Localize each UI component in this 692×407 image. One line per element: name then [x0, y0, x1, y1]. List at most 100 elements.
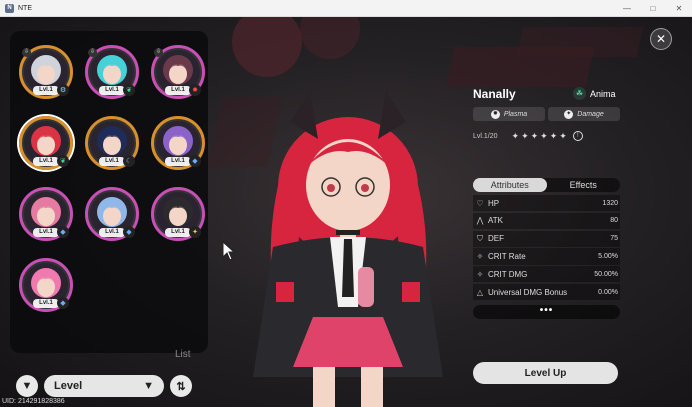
close-icon: ✕ — [655, 32, 667, 46]
stat-label: CRIT Rate — [488, 252, 526, 262]
info-tabs: Attributes Effects — [473, 178, 620, 192]
sort-order-icon: ⇅ — [176, 380, 186, 393]
app-icon: N — [5, 3, 14, 13]
stats-list: ♡ HP 1320 ⋀ ATK 80 ⛉ DEF 75 ✧ CRIT Rate 5.00% ✧ CRIT … — [473, 195, 620, 302]
droplet-icon: ◆ — [189, 155, 201, 167]
info-icon[interactable]: ! — [572, 131, 583, 141]
flame-icon: ✹ — [189, 84, 201, 96]
atk-icon: ⋀ — [476, 216, 484, 226]
character-slot[interactable]: Lvl.1 ⚙ ⇩ — [19, 45, 73, 99]
tab-effects[interactable]: Effects — [547, 178, 621, 192]
chevron-down-icon: ▼ — [143, 380, 154, 392]
stat-label: ATK — [488, 216, 503, 226]
lock-icon: ⇩ — [22, 48, 31, 57]
shield-icon: ⛉ — [477, 233, 483, 243]
stat-value: 1320 — [602, 199, 618, 207]
stat-value: 50.00% — [594, 270, 618, 278]
droplet-icon: ◆ — [57, 297, 69, 309]
mouse-cursor-icon — [222, 241, 236, 261]
character-roster: Lvl.1 ⚙ ⇩ Lvl.1 ❦ ⇩ Lvl.1 ✹ ⇩ Lvl.1 ❦ Lvl.1 ☾ Lvl.1 ◆ L… — [10, 31, 208, 360]
level-badge: Lvl.1 — [165, 86, 191, 95]
crit-dmg-icon: ✧ — [476, 269, 484, 279]
level-text: Lvl.1/20 — [473, 132, 498, 140]
heart-icon: ♡ — [476, 198, 484, 208]
stat-row: ⛉ DEF 75 — [473, 230, 620, 248]
droplet-icon: ◆ — [123, 226, 135, 238]
level-row: Lvl.1/20 ✦✦✦✦✦✦ ! — [473, 129, 620, 143]
stat-row: ♡ HP 1320 — [473, 195, 620, 213]
stat-value: 75 — [610, 235, 618, 243]
stat-label: CRIT DMG — [488, 269, 528, 279]
ascension-stars: ✦✦✦✦✦✦ — [511, 130, 569, 141]
level-badge: Lvl.1 — [99, 86, 125, 95]
crit-rate-icon: ✧ — [476, 252, 484, 262]
game-window: N NTE — □ ✕ Lvl.1 ⚙ ⇩ Lvl.1 ❦ ⇩ Lvl.1 ✹ ⇩ Lvl.1 ❦ L… — [0, 0, 692, 407]
sort-label: Level — [54, 380, 83, 392]
tag-label: Damage — [577, 110, 604, 118]
more-button[interactable]: ••• — [473, 305, 620, 319]
sort-order-button[interactable]: ⇅ — [170, 375, 192, 397]
level-badge: Lvl.1 — [33, 157, 59, 166]
character-name: Nanally — [473, 87, 516, 101]
character-slot[interactable]: Lvl.1 ☾ — [85, 116, 139, 170]
stat-value: 5.00% — [598, 253, 618, 261]
stat-label: HP — [488, 198, 500, 208]
character-model — [253, 92, 443, 407]
moon-icon: ☾ — [123, 155, 135, 167]
plasma-icon: ✹ — [490, 109, 500, 119]
character-slot[interactable]: Lvl.1 ✦ — [151, 187, 205, 241]
lock-icon: ⇩ — [154, 48, 163, 57]
gear-icon: ⚙ — [57, 84, 69, 96]
level-badge: Lvl.1 — [165, 157, 191, 166]
stat-value: 0.00% — [598, 288, 618, 296]
damage-icon: ✦ — [564, 109, 574, 119]
tag-plasma: ✹ Plasma — [473, 107, 545, 121]
minimize-button[interactable]: — — [614, 0, 640, 17]
game-scene: Lvl.1 ⚙ ⇩ Lvl.1 ❦ ⇩ Lvl.1 ✹ ⇩ Lvl.1 ❦ Lvl.1 ☾ Lvl.1 ◆ L… — [0, 17, 692, 407]
filter-icon: ▼ — [21, 380, 33, 392]
character-tags: ✹ Plasma ✦ Damage — [473, 107, 620, 121]
stat-row: ⋀ ATK 80 — [473, 212, 620, 231]
character-slot[interactable]: Lvl.1 ◆ — [19, 258, 73, 312]
stat-row: ✧ CRIT DMG 50.00% — [473, 266, 620, 284]
element-badge: ☘ Anima — [573, 87, 616, 100]
level-up-button[interactable]: Level Up — [473, 362, 618, 384]
stat-label: DEF — [488, 234, 504, 244]
tag-label: Plasma — [503, 110, 528, 118]
character-slot[interactable]: Lvl.1 ✹ ⇩ — [151, 45, 205, 99]
anima-icon: ☘ — [573, 87, 586, 100]
stat-row: △ Universal DMG Bonus 0.00% — [473, 283, 620, 302]
tab-attributes[interactable]: Attributes — [473, 178, 547, 192]
sort-dropdown[interactable]: Level ▼ — [44, 375, 164, 397]
window-title: NTE — [18, 4, 32, 12]
leaf-icon: ❦ — [123, 84, 135, 96]
bg-decor — [300, 17, 360, 59]
close-window-button[interactable]: ✕ — [666, 0, 692, 17]
triangle-icon: △ — [476, 287, 484, 297]
bg-decor — [516, 27, 644, 57]
level-badge: Lvl.1 — [33, 228, 59, 237]
lock-icon: ⇩ — [88, 48, 97, 57]
star-icon: ✦ — [189, 226, 201, 238]
droplet-icon: ◆ — [57, 226, 69, 238]
level-badge: Lvl.1 — [33, 86, 59, 95]
character-slot[interactable]: Lvl.1 ❦ ⇩ — [85, 45, 139, 99]
character-slot[interactable]: Lvl.1 ◆ — [19, 187, 73, 241]
maximize-button[interactable]: □ — [640, 0, 666, 17]
leaf-icon: ❦ — [57, 155, 69, 167]
tag-damage: ✦ Damage — [548, 107, 620, 121]
stat-label: Universal DMG Bonus — [488, 287, 568, 297]
title-bar: N NTE — □ ✕ — [0, 0, 692, 17]
sort-controls: ▼ Level ▼ ⇅ — [16, 372, 192, 400]
close-button[interactable]: ✕ — [650, 28, 672, 50]
stat-value: 80 — [610, 217, 618, 225]
filter-button[interactable]: ▼ — [16, 375, 38, 397]
character-slot[interactable]: Lvl.1 ❦ — [19, 116, 73, 170]
stat-row: ✧ CRIT Rate 5.00% — [473, 248, 620, 266]
uid-label: UID: 214291828386 — [2, 398, 65, 405]
character-slot[interactable]: Lvl.1 ◆ — [151, 116, 205, 170]
roster-list-label: List — [175, 349, 191, 360]
character-slot[interactable]: Lvl.1 ◆ — [85, 187, 139, 241]
level-badge: Lvl.1 — [99, 228, 125, 237]
element-label: Anima — [590, 88, 616, 99]
